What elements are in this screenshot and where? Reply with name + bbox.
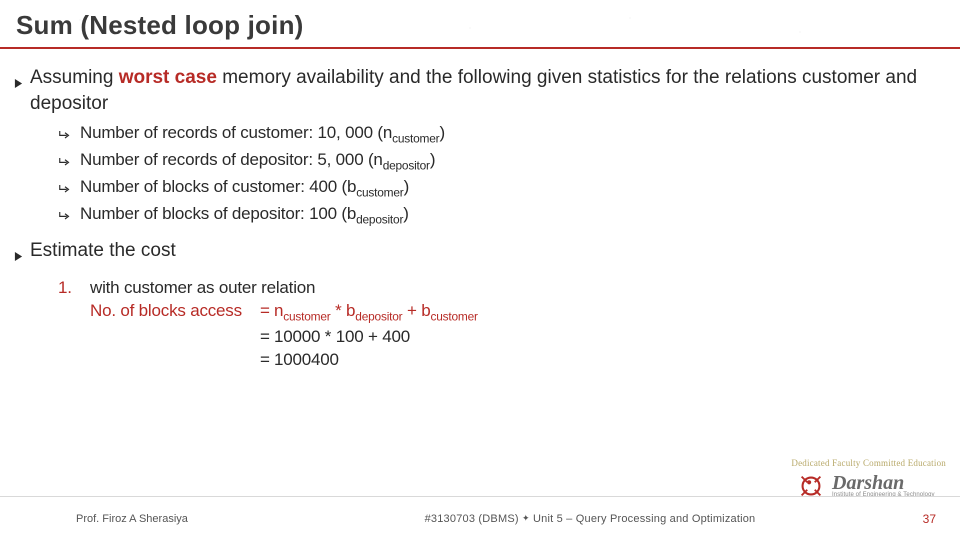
triangle-icon xyxy=(14,244,24,270)
slide-content: Assuming worst case memory availability … xyxy=(0,49,960,372)
stat-ndepositor: Number of records of depositor: 5, 000 (… xyxy=(58,149,948,174)
triangle-icon xyxy=(14,71,24,97)
calc-step3: = 1000400 xyxy=(90,348,478,371)
footer-center: #3130703 (DBMS) ✦ Unit 5 – Query Process… xyxy=(296,513,884,525)
logo-tagline: Dedicated Faculty Committed Education xyxy=(791,458,946,468)
stat-text: Number of blocks of customer: 400 (bcust… xyxy=(80,176,409,200)
ol-line-outer: with customer as outer relation xyxy=(90,276,478,299)
logo-text-block: Darshan Institute of Engineering & Techn… xyxy=(832,474,935,498)
ol-item-1: 1. with customer as outer relation No. o… xyxy=(58,276,948,372)
stat-text: Number of records of depositor: 5, 000 (… xyxy=(80,149,435,173)
stat-text: Number of records of customer: 10, 000 (… xyxy=(80,122,445,146)
stat-text: Number of blocks of depositor: 100 (bdep… xyxy=(80,203,409,227)
calc-step2: = 10000 * 100 + 400 xyxy=(90,325,478,348)
arrow-icon xyxy=(58,178,72,201)
diamond-icon: ✦ xyxy=(522,513,530,523)
equals: = xyxy=(260,348,274,371)
footer-author: Prof. Firoz A Sherasiya xyxy=(16,513,296,525)
equals: = xyxy=(260,325,274,348)
calc-expr: ncustomer * bdepositor + bcustomer xyxy=(274,299,478,325)
ol-number: 1. xyxy=(58,276,74,299)
calc-label: No. of blocks access xyxy=(90,299,260,325)
footer-page-number: 37 xyxy=(884,512,944,526)
arrow-icon xyxy=(58,124,72,147)
bullet-text: Assuming worst case memory availability … xyxy=(30,65,948,116)
arrow-icon xyxy=(58,151,72,174)
slide-title: Sum (Nested loop join) xyxy=(0,0,960,49)
calc-block: with customer as outer relation No. of b… xyxy=(90,276,478,372)
worst-case-text: worst case xyxy=(119,67,217,88)
bullet-assuming: Assuming worst case memory availability … xyxy=(14,65,948,116)
calc-value: 1000400 xyxy=(274,348,339,371)
stat-ncustomer: Number of records of customer: 10, 000 (… xyxy=(58,122,948,147)
bullet-text: Estimate the cost xyxy=(30,238,176,264)
bullet-estimate: Estimate the cost xyxy=(14,238,948,270)
stat-bdepositor: Number of blocks of depositor: 100 (bdep… xyxy=(58,203,948,228)
arrow-icon xyxy=(58,205,72,228)
logo-wordmark: Darshan xyxy=(832,474,935,492)
ordered-list: 1. with customer as outer relation No. o… xyxy=(58,276,948,372)
slide-footer: Prof. Firoz A Sherasiya #3130703 (DBMS) … xyxy=(0,496,960,540)
calc-value: 10000 * 100 + 400 xyxy=(274,325,410,348)
stats-list: Number of records of customer: 10, 000 (… xyxy=(58,122,948,228)
equals: = xyxy=(260,299,274,325)
calc-formula: No. of blocks access = ncustomer * bdepo… xyxy=(90,299,478,325)
stat-bcustomer: Number of blocks of customer: 400 (bcust… xyxy=(58,176,948,201)
